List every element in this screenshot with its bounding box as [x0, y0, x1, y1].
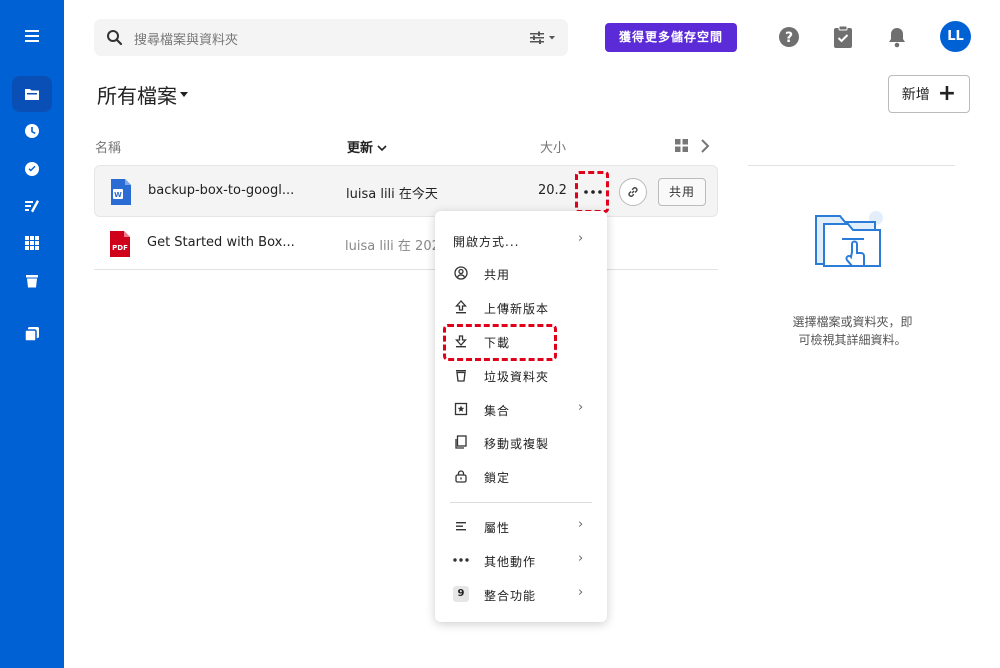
integrations-badge-icon: 9 [453, 586, 469, 602]
grid-view-icon[interactable] [675, 139, 688, 152]
file-updated: luisa lili 在今天 [346, 187, 438, 202]
file-size: 20.2 [538, 183, 567, 198]
clock-icon [25, 124, 39, 138]
menu-item-label: 屬性 [484, 521, 511, 535]
chevron-down-icon[interactable] [180, 92, 188, 97]
menu-item-label: 共用 [484, 268, 511, 282]
new-button-label: 新增 [901, 87, 930, 103]
word-file-icon: W [111, 179, 131, 205]
lock-icon [453, 468, 469, 484]
sidebar-item-trash[interactable] [12, 263, 52, 299]
sidebar-item-recents[interactable] [12, 113, 52, 149]
page-title[interactable]: 所有檔案 [97, 80, 177, 109]
svg-text:?: ? [785, 30, 793, 46]
column-header-updated-label: 更新 [347, 141, 374, 156]
check-circle-icon [25, 162, 39, 176]
menu-item-upload-new-version[interactable]: 上傳新版本 [435, 293, 607, 323]
details-divider [748, 165, 955, 166]
file-updated: luisa lili 在 202 [345, 239, 440, 254]
search-placeholder: 搜尋檔案與資料夾 [134, 33, 239, 48]
file-name[interactable]: Get Started with Box... [147, 235, 295, 250]
menu-icon[interactable] [12, 18, 52, 54]
menu-item-label: 上傳新版本 [484, 302, 550, 316]
svg-text:W: W [114, 191, 122, 199]
menu-item-lock[interactable]: 鎖定 [435, 462, 607, 492]
submenu-chevron-icon: › [578, 400, 584, 415]
filter-options-icon[interactable] [530, 30, 556, 45]
details-message-line2: 可檢視其詳細資料。 [798, 333, 907, 347]
sidebar-item-apps[interactable] [12, 225, 52, 261]
sort-chevron-down-icon [377, 145, 387, 152]
svg-text:PDF: PDF [112, 244, 128, 252]
upload-icon [453, 299, 469, 315]
menu-item-trash[interactable]: 垃圾資料夾 [435, 361, 607, 391]
context-menu: 開啟方式... › 共用 上傳新版本 下載 垃圾資料夾 集合 › 移動或複製 鎖… [435, 211, 607, 622]
menu-item-share[interactable]: 共用 [435, 259, 607, 289]
trash-icon [26, 275, 38, 288]
highlight-more-options [575, 171, 609, 213]
submenu-chevron-icon: › [578, 231, 584, 246]
file-name[interactable]: backup-box-to-googl... [148, 183, 294, 198]
table-row[interactable]: PDF Get Started with Box... luisa lili 在… [94, 218, 718, 270]
sidebar-item-tasks[interactable] [12, 151, 52, 187]
help-icon[interactable]: ? [776, 24, 802, 50]
notifications-bell-icon[interactable] [884, 24, 910, 50]
notes-icon [25, 200, 39, 213]
sidebar-item-collections[interactable] [12, 316, 52, 352]
sidebar-item-notes[interactable] [12, 188, 52, 224]
menu-item-label: 鎖定 [484, 471, 511, 485]
menu-item-label: 整合功能 [484, 589, 537, 603]
chevron-right-icon[interactable] [700, 138, 710, 154]
new-button[interactable]: 新增 + [888, 75, 970, 113]
column-header-name[interactable]: 名稱 [95, 137, 121, 156]
collections-icon [24, 327, 39, 342]
properties-icon [453, 518, 469, 534]
avatar[interactable]: LL [940, 21, 971, 52]
apps-grid-icon [25, 236, 39, 250]
menu-item-other-actions[interactable]: 其他動作 › [435, 546, 607, 576]
column-header-size[interactable]: 大小 [540, 137, 566, 156]
get-more-storage-button[interactable]: 獲得更多儲存空間 [605, 23, 737, 52]
menu-item-move-or-copy[interactable]: 移動或複製 [435, 428, 607, 458]
menu-item-label: 開啟方式... [453, 235, 520, 249]
copy-icon [453, 434, 469, 450]
submenu-chevron-icon: › [578, 551, 584, 566]
menu-item-label: 其他動作 [484, 555, 537, 569]
submenu-chevron-icon: › [578, 517, 584, 532]
menu-divider [450, 502, 592, 503]
details-empty-message: 選擇檔案或資料夾，即 可檢視其詳細資料。 [770, 313, 935, 349]
share-button[interactable]: 共用 [658, 178, 706, 206]
plus-icon: + [937, 81, 957, 106]
more-horizontal-icon [453, 552, 469, 568]
menu-item-properties[interactable]: 屬性 › [435, 512, 607, 542]
folder-select-illustration [815, 211, 883, 267]
sidebar [0, 0, 64, 668]
table-row[interactable]: W backup-box-to-googl... luisa lili 在今天 … [94, 165, 718, 217]
menu-item-open-with[interactable]: 開啟方式... › [435, 226, 607, 256]
menu-item-label: 垃圾資料夾 [484, 370, 550, 384]
integrations-count-badge: 9 [453, 586, 469, 602]
column-header-updated[interactable]: 更新 [347, 137, 387, 156]
search-bar[interactable]: 搜尋檔案與資料夾 [94, 19, 568, 56]
search-icon [107, 30, 123, 46]
copy-link-icon[interactable] [619, 178, 647, 206]
submenu-chevron-icon: › [578, 585, 584, 600]
folder-icon [25, 89, 39, 100]
menu-item-label: 集合 [484, 404, 511, 418]
collection-star-icon [453, 401, 469, 417]
highlight-download [443, 324, 557, 361]
menu-item-collections[interactable]: 集合 › [435, 395, 607, 425]
tasks-clipboard-icon[interactable] [830, 24, 856, 50]
sidebar-item-all-files[interactable] [12, 76, 52, 112]
trash-icon [453, 367, 469, 383]
menu-item-integrations[interactable]: 9 整合功能 › [435, 580, 607, 610]
share-user-icon [453, 265, 469, 281]
details-message-line1: 選擇檔案或資料夾，即 [792, 315, 913, 329]
menu-item-label: 移動或複製 [484, 437, 550, 451]
pdf-file-icon: PDF [110, 231, 130, 257]
